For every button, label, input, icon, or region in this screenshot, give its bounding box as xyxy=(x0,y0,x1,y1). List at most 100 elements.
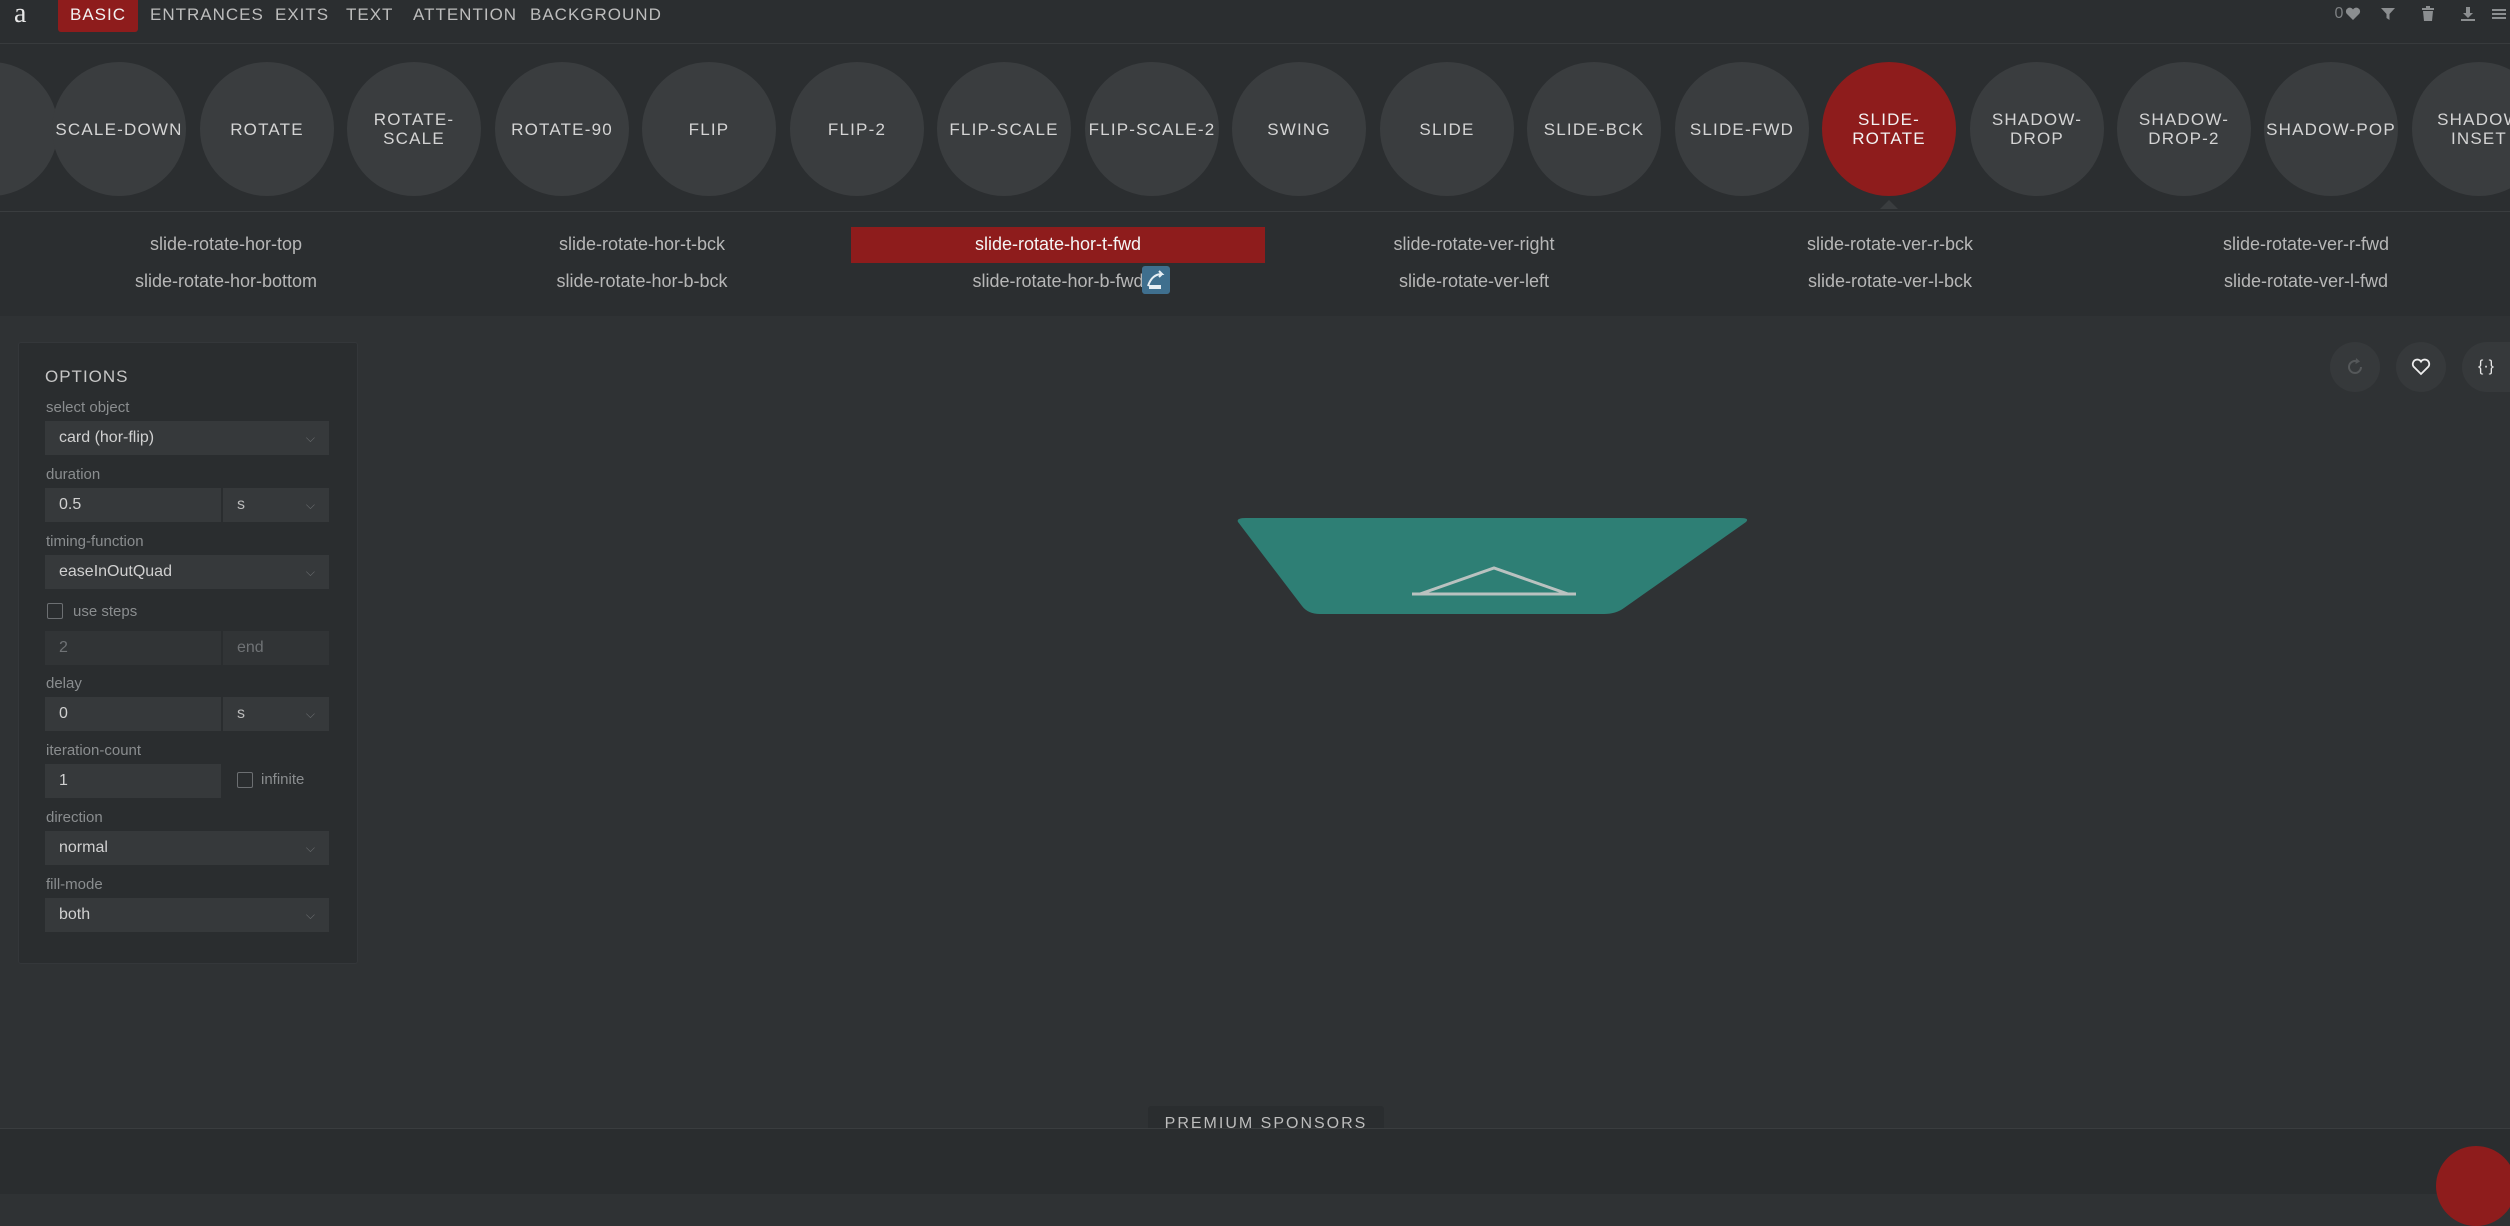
infinite-checkbox[interactable] xyxy=(237,772,253,788)
direction-dropdown[interactable]: normal ⌵ xyxy=(45,831,329,865)
animation-circle[interactable]: ROTATE-SCALE xyxy=(347,62,481,196)
animation-circle[interactable]: SHADOW-POP xyxy=(2264,62,2398,196)
variant-item[interactable]: slide-rotate-ver-r-bck xyxy=(1683,227,2097,263)
use-steps-label: use steps xyxy=(73,603,138,620)
delay-input[interactable]: 0 xyxy=(45,697,221,731)
use-steps-checkbox[interactable] xyxy=(47,603,63,619)
fill-mode-dropdown[interactable]: both ⌵ xyxy=(45,898,329,932)
chevron-down-icon: ⌵ xyxy=(305,908,315,922)
animation-circle[interactable]: SLIDE-BCK xyxy=(1527,62,1661,196)
animation-circle[interactable]: FLIP-SCALE-2 xyxy=(1085,62,1219,196)
fill-mode-value: both xyxy=(59,906,91,923)
heart-icon xyxy=(2411,358,2431,376)
animation-circle[interactable]: ROTATE xyxy=(200,62,334,196)
nav-tab-background[interactable]: BACKGROUND xyxy=(518,0,674,32)
selected-caret xyxy=(1880,200,1898,209)
preview-card xyxy=(1237,518,1748,614)
duration-unit-value: s xyxy=(237,496,245,513)
variant-item-active[interactable]: slide-rotate-hor-t-fwd xyxy=(851,227,1265,263)
nav-tab-text[interactable]: TEXT xyxy=(334,0,405,32)
animation-circle[interactable]: ROTATE-90 xyxy=(495,62,629,196)
animation-circle[interactable]: SHADOW- DROP-2 xyxy=(2117,62,2251,196)
select-object-value: card (hor-flip) xyxy=(59,429,155,446)
direction-label: direction xyxy=(46,809,103,826)
favorites-count: 0 xyxy=(2334,5,2344,22)
logo[interactable]: a xyxy=(14,0,26,30)
animation-circle[interactable]: SHADOW- DROP xyxy=(1970,62,2104,196)
animation-circle[interactable]: FLIP-2 xyxy=(790,62,924,196)
filter-button[interactable] xyxy=(2368,0,2408,28)
menu-button[interactable] xyxy=(2488,0,2510,28)
variant-item[interactable]: slide-rotate-ver-r-fwd xyxy=(2099,227,2510,263)
variant-item[interactable]: slide-rotate-ver-left xyxy=(1267,264,1681,300)
stage-toolbar: {·} xyxy=(2330,342,2510,392)
animation-circle[interactable]: SCALE-DOWN xyxy=(52,62,186,196)
direction-value: normal xyxy=(59,839,108,856)
steps-input[interactable]: 2 xyxy=(45,631,221,665)
chevron-down-icon: ⌵ xyxy=(305,431,315,445)
trash-button[interactable] xyxy=(2408,0,2448,28)
variant-list: slide-rotate-hor-top slide-rotate-hor-t-… xyxy=(0,212,2510,316)
trash-icon xyxy=(2422,6,2434,21)
steps-position-select[interactable]: end xyxy=(223,631,329,665)
iteration-count-input[interactable]: 1 xyxy=(45,764,221,798)
chevron-down-icon: ⌵ xyxy=(305,498,315,512)
nav-tab-attention[interactable]: ATTENTION xyxy=(401,0,529,32)
animation-category-row: P SCALE-DOWN ROTATE ROTATE-SCALE ROTATE-… xyxy=(0,44,2510,212)
delay-label: delay xyxy=(46,675,82,692)
animation-circle-active[interactable]: SLIDE-ROTATE xyxy=(1822,62,1956,196)
variant-item[interactable]: slide-rotate-ver-l-fwd xyxy=(2099,264,2510,300)
footer xyxy=(0,1128,2510,1194)
delay-unit-value: s xyxy=(237,705,245,722)
filter-icon xyxy=(2381,8,2395,20)
delay-unit-select[interactable]: s ⌵ xyxy=(223,697,329,731)
code-icon: {·} xyxy=(2477,358,2494,375)
options-panel: OPTIONS select object card (hor-flip) ⌵ … xyxy=(18,342,358,964)
nav-tab-basic[interactable]: BASIC xyxy=(58,0,139,32)
variant-item[interactable]: slide-rotate-hor-b-bck xyxy=(435,264,849,300)
premium-sponsors-tab[interactable]: PREMIUM SPONSORS xyxy=(1148,1106,1384,1130)
top-toolbar: 0 xyxy=(2328,0,2510,28)
variant-item[interactable]: slide-rotate-ver-l-bck xyxy=(1683,264,2097,300)
animation-circle[interactable]: FLIP xyxy=(642,62,776,196)
chevron-down-icon: ⌵ xyxy=(305,565,315,579)
variant-item[interactable]: slide-rotate-hor-t-bck xyxy=(435,227,849,263)
code-button[interactable]: {·} xyxy=(2462,342,2510,392)
animation-circle[interactable]: P xyxy=(0,62,58,196)
duration-unit-select[interactable]: s ⌵ xyxy=(223,488,329,522)
fill-mode-label: fill-mode xyxy=(46,876,103,893)
chevron-down-icon: ⌵ xyxy=(305,707,315,721)
animation-circle[interactable]: SWING xyxy=(1232,62,1366,196)
timing-function-dropdown[interactable]: easeInOutQuad ⌵ xyxy=(45,555,329,589)
replay-icon xyxy=(2348,358,2362,374)
replay-button[interactable] xyxy=(2330,342,2380,392)
iteration-count-label: iteration-count xyxy=(46,742,142,759)
variant-item[interactable]: slide-rotate-hor-top xyxy=(19,227,433,263)
chat-badge[interactable] xyxy=(2436,1146,2510,1226)
favorites-button[interactable]: 0 xyxy=(2328,0,2368,28)
top-bar: a BASIC ENTRANCES EXITS TEXT ATTENTION B… xyxy=(0,0,2510,44)
favorite-button[interactable] xyxy=(2396,342,2446,392)
timing-function-label: timing-function xyxy=(46,533,144,550)
download-icon xyxy=(2461,7,2475,21)
select-object-label: select object xyxy=(46,399,130,416)
duration-input[interactable]: 0.5 xyxy=(45,488,221,522)
animation-circle[interactable]: SLIDE xyxy=(1380,62,1514,196)
download-button[interactable] xyxy=(2448,0,2488,28)
select-object-dropdown[interactable]: card (hor-flip) ⌵ xyxy=(45,421,329,455)
variant-item[interactable]: slide-rotate-ver-right xyxy=(1267,227,1681,263)
menu-icon xyxy=(2492,9,2506,19)
heart-icon xyxy=(2346,7,2361,20)
pointer-cursor-icon xyxy=(1142,266,1170,294)
duration-label: duration xyxy=(46,466,101,483)
infinite-label: infinite xyxy=(261,771,305,788)
nav-tab-exits[interactable]: EXITS xyxy=(263,0,341,32)
timing-function-value: easeInOutQuad xyxy=(59,563,172,580)
variant-item[interactable]: slide-rotate-hor-b-fwd xyxy=(851,264,1265,300)
animation-circle[interactable]: SHADOW INSET xyxy=(2412,62,2510,196)
nav-tab-entrances[interactable]: ENTRANCES xyxy=(138,0,276,32)
animation-circle[interactable]: FLIP-SCALE xyxy=(937,62,1071,196)
options-title: OPTIONS xyxy=(45,367,129,386)
animation-circle[interactable]: SLIDE-FWD xyxy=(1675,62,1809,196)
variant-item[interactable]: slide-rotate-hor-bottom xyxy=(19,264,433,300)
